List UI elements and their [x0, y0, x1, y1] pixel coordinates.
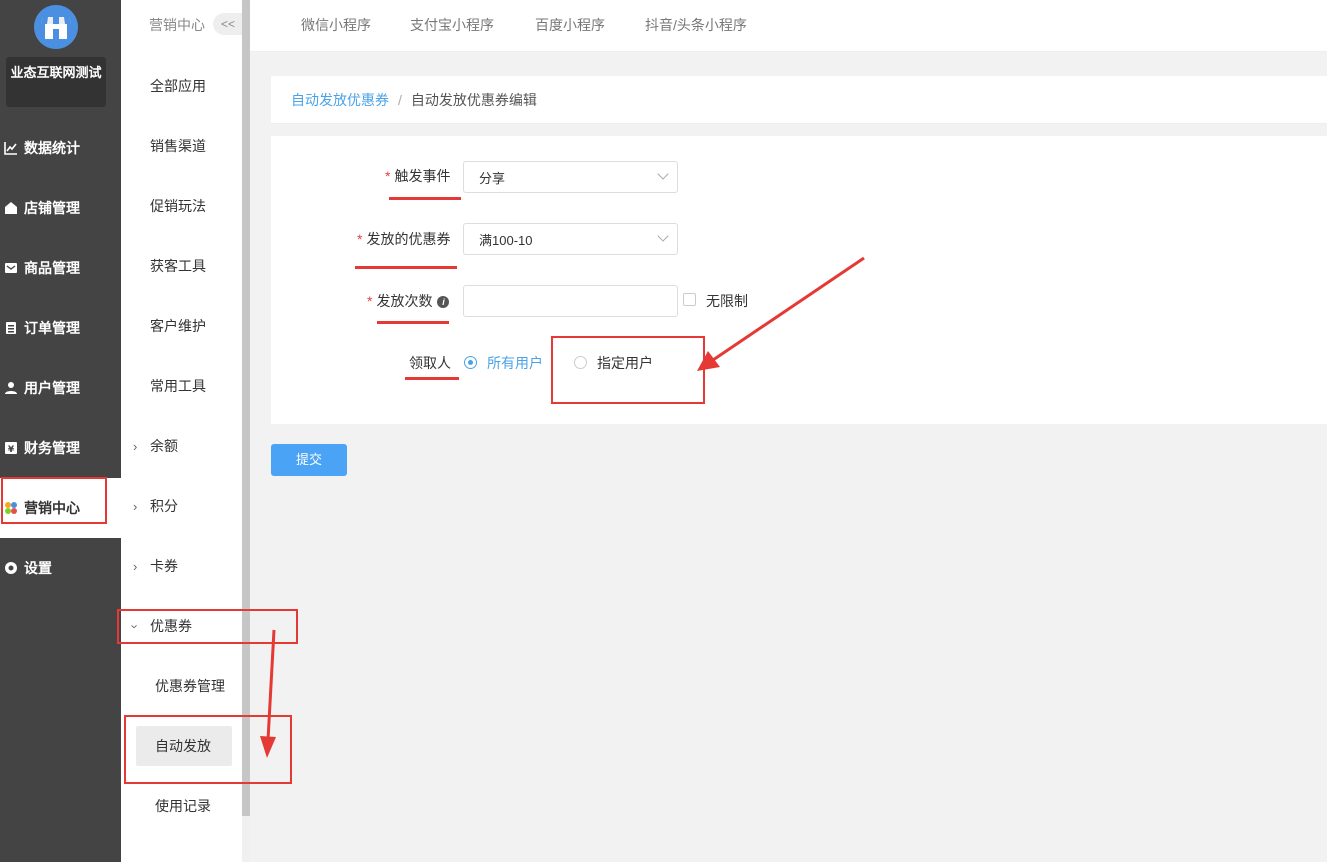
- submenu-item[interactable]: 获客工具: [121, 236, 242, 296]
- coupon-select[interactable]: 满100-10: [463, 223, 678, 255]
- nav-store[interactable]: 店铺管理: [0, 178, 121, 238]
- annotation-box-auto-issue: [124, 715, 292, 784]
- nav-label: 数据统计: [24, 140, 80, 156]
- nav-data-stats[interactable]: 数据统计: [0, 118, 121, 178]
- svg-text:¥: ¥: [8, 445, 15, 455]
- nav-finance[interactable]: ¥ 财务管理: [0, 418, 121, 478]
- submenu-item[interactable]: 全部应用: [121, 56, 242, 116]
- tab-douyin[interactable]: 抖音/头条小程序: [645, 0, 747, 50]
- required-mark: *: [357, 231, 363, 247]
- required-mark: *: [367, 293, 373, 309]
- submenu-group-label: 卡券: [150, 558, 178, 574]
- submenu-item[interactable]: 客户维护: [121, 296, 242, 356]
- annotation-box-specific-users: [551, 336, 705, 404]
- platform-tabs: 微信小程序 支付宝小程序 百度小程序 抖音/头条小程序: [250, 0, 1327, 52]
- trigger-event-select[interactable]: 分享: [463, 161, 678, 193]
- finance-icon: ¥: [4, 441, 18, 455]
- chart-icon: [4, 141, 18, 155]
- submenu-item[interactable]: 常用工具: [121, 356, 242, 416]
- submenu-group-cards[interactable]: › 卡券: [121, 536, 242, 596]
- nav-label: 订单管理: [24, 320, 80, 336]
- store-logo[interactable]: [34, 5, 78, 49]
- tab-alipay[interactable]: 支付宝小程序: [410, 0, 494, 50]
- order-icon: [4, 321, 18, 335]
- chevron-right-icon: ›: [133, 558, 138, 574]
- shop-icon: [4, 201, 18, 215]
- tab-wechat[interactable]: 微信小程序: [301, 0, 371, 50]
- annotation-underline-receiver: [405, 377, 459, 380]
- nav-users[interactable]: 用户管理: [0, 358, 121, 418]
- receiver-label: 领取人: [409, 355, 451, 371]
- annotation-underline-count: [377, 321, 449, 324]
- nav-settings[interactable]: 设置: [0, 538, 121, 598]
- submit-button[interactable]: 提交: [271, 444, 347, 476]
- breadcrumb-current: 自动发放优惠券编辑: [410, 91, 537, 108]
- submenu-group-label: 余额: [150, 438, 178, 454]
- issue-count-label: * 发放次数 i: [367, 291, 450, 311]
- annotation-underline-coupon: [355, 266, 457, 269]
- settings-icon: [4, 561, 18, 575]
- menu-scrollbar-track[interactable]: [242, 816, 250, 862]
- issue-count-input[interactable]: [463, 285, 678, 317]
- goods-icon: [4, 261, 18, 275]
- nav-label: 财务管理: [24, 440, 80, 456]
- nav-label: 设置: [24, 560, 52, 576]
- info-icon[interactable]: i: [437, 296, 450, 309]
- chevron-down-icon: [657, 168, 669, 180]
- unlimited-checkbox[interactable]: [683, 293, 696, 306]
- chevron-down-icon: [657, 230, 669, 242]
- breadcrumb: 自动发放优惠券 / 自动发放优惠券编辑: [271, 76, 1327, 124]
- submenu-child-usage-record[interactable]: 使用记录: [136, 786, 232, 826]
- label-text: 触发事件: [394, 168, 451, 184]
- tab-baidu[interactable]: 百度小程序: [535, 0, 605, 50]
- coupon-form: * 触发事件 分享 * 发放的优惠券 满100-10 * 发放次数 i 无限制 领取人 …: [271, 136, 1327, 424]
- nav-orders[interactable]: 订单管理: [0, 298, 121, 358]
- coupon-select-label: * 发放的优惠券: [357, 229, 450, 249]
- radio-all-users-label[interactable]: 所有用户: [487, 353, 543, 373]
- nav-label: 店铺管理: [24, 200, 80, 216]
- label-text: 发放的优惠券: [366, 231, 451, 247]
- breadcrumb-parent-link[interactable]: 自动发放优惠券: [291, 90, 389, 110]
- submenu-group-points[interactable]: › 积分: [121, 476, 242, 536]
- radio-all-users[interactable]: [464, 356, 477, 369]
- select-value: 分享: [479, 170, 506, 186]
- chevron-right-icon: ›: [133, 438, 138, 454]
- nav-goods[interactable]: 商品管理: [0, 238, 121, 298]
- shop-name: 业态互联网测试: [6, 57, 106, 107]
- required-mark: *: [385, 168, 391, 184]
- nav-label: 用户管理: [24, 380, 80, 396]
- nav-label: 商品管理: [24, 260, 80, 276]
- main-sidebar: 业态互联网测试 数据统计 店铺管理 商品管理 订单管理 用户管理 ¥ 财务管理 …: [0, 0, 121, 862]
- user-icon: [4, 381, 18, 395]
- annotation-underline-trigger: [389, 197, 461, 200]
- submenu-item[interactable]: 销售渠道: [121, 116, 242, 176]
- submenu-group-label: 积分: [150, 498, 178, 514]
- chevron-right-icon: ›: [133, 498, 138, 514]
- unlimited-label: 无限制: [706, 293, 748, 309]
- label-text: 发放次数: [376, 293, 433, 309]
- annotation-box-coupons: [117, 609, 298, 644]
- trigger-event-label: * 触发事件: [385, 166, 450, 186]
- submenu-group-balance[interactable]: › 余额: [121, 416, 242, 476]
- breadcrumb-separator: /: [398, 91, 402, 108]
- annotation-box-marketing: [1, 477, 107, 524]
- submenu-item[interactable]: 促销玩法: [121, 176, 242, 236]
- menu-scrollbar-thumb[interactable]: [242, 0, 250, 816]
- submenu-child-coupon-manage[interactable]: 优惠券管理: [136, 666, 232, 706]
- select-value: 满100-10: [479, 232, 533, 248]
